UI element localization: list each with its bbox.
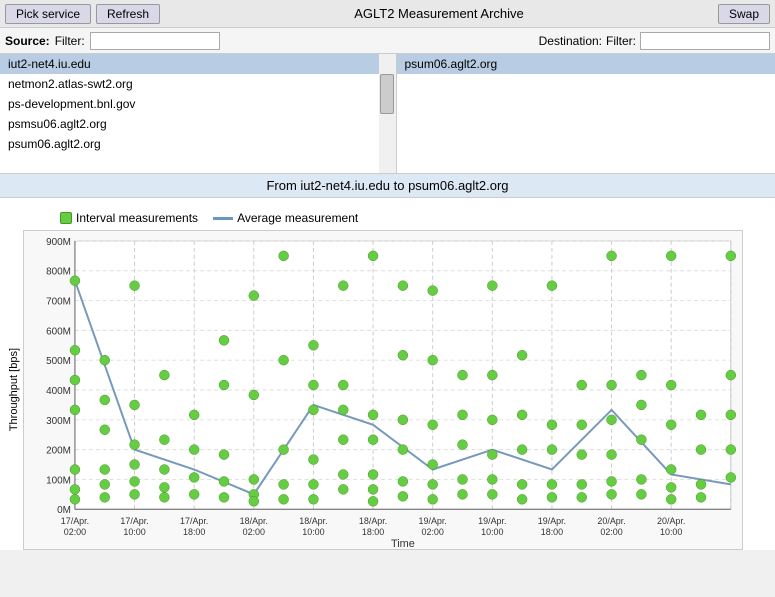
- y-axis-label: Throughput [bps]: [8, 348, 20, 431]
- chart-area: Interval measurements Average measuremen…: [0, 198, 775, 550]
- svg-text:10:00: 10:00: [660, 527, 682, 537]
- svg-text:19/Apr.: 19/Apr.: [419, 516, 447, 526]
- interval-legend: Interval measurements: [60, 211, 198, 225]
- svg-text:600M: 600M: [46, 326, 71, 337]
- filter-bar: Source: Filter: Destination: Filter:: [0, 28, 775, 54]
- refresh-button[interactable]: Refresh: [96, 4, 160, 24]
- from-to-bar: From iut2-net4.iu.edu to psum06.aglt2.or…: [0, 174, 775, 198]
- interval-label: Interval measurements: [76, 211, 198, 225]
- average-icon: [213, 217, 233, 220]
- dest-list-item[interactable]: psum06.aglt2.org: [397, 54, 775, 74]
- destination-label: Destination:: [539, 34, 602, 48]
- svg-text:900M: 900M: [46, 237, 71, 248]
- svg-text:18/Apr.: 18/Apr.: [359, 516, 387, 526]
- filter-source-label: Filter:: [55, 34, 85, 48]
- source-list-item[interactable]: iut2-net4.iu.edu: [0, 54, 379, 74]
- filter-dest-label: Filter:: [606, 34, 636, 48]
- interval-icon: [60, 212, 72, 224]
- source-list-item[interactable]: ps-development.bnl.gov: [0, 94, 379, 114]
- svg-text:300M: 300M: [46, 416, 71, 427]
- average-legend: Average measurement: [213, 211, 358, 225]
- dest-filter-input[interactable]: [640, 32, 770, 50]
- source-label: Source:: [5, 34, 50, 48]
- main-chart: 0M 100M 200M 300M 400M 500M 600M 700M 80…: [23, 230, 743, 550]
- lists-container: iut2-net4.iu.edunetmon2.atlas-swt2.orgps…: [0, 54, 775, 174]
- source-list: iut2-net4.iu.edunetmon2.atlas-swt2.orgps…: [0, 54, 379, 173]
- svg-text:18:00: 18:00: [183, 527, 205, 537]
- svg-text:18/Apr.: 18/Apr.: [240, 516, 268, 526]
- dest-list: psum06.aglt2.org: [397, 54, 775, 173]
- svg-text:0M: 0M: [57, 505, 71, 516]
- swap-button[interactable]: Swap: [718, 4, 770, 24]
- svg-text:400M: 400M: [46, 386, 71, 397]
- svg-text:200M: 200M: [46, 446, 71, 457]
- svg-text:18:00: 18:00: [362, 527, 384, 537]
- chart-legend: Interval measurements Average measuremen…: [0, 206, 775, 230]
- source-filter-input[interactable]: [90, 32, 220, 50]
- source-list-item[interactable]: psmsu06.aglt2.org: [0, 114, 379, 134]
- svg-text:100M: 100M: [46, 475, 71, 486]
- svg-text:19/Apr.: 19/Apr.: [538, 516, 566, 526]
- svg-text:02:00: 02:00: [64, 527, 86, 537]
- svg-text:20/Apr.: 20/Apr.: [657, 516, 685, 526]
- svg-text:02:00: 02:00: [600, 527, 622, 537]
- average-label: Average measurement: [237, 211, 358, 225]
- top-bar: Pick service Refresh AGLT2 Measurement A…: [0, 0, 775, 28]
- pick-service-button[interactable]: Pick service: [5, 4, 91, 24]
- svg-text:17/Apr.: 17/Apr.: [180, 516, 208, 526]
- svg-text:18/Apr.: 18/Apr.: [299, 516, 327, 526]
- svg-text:20/Apr.: 20/Apr.: [597, 516, 625, 526]
- source-list-item[interactable]: netmon2.atlas-swt2.org: [0, 74, 379, 94]
- svg-text:10:00: 10:00: [481, 527, 503, 537]
- svg-text:Time: Time: [391, 538, 415, 550]
- svg-text:02:00: 02:00: [243, 527, 265, 537]
- svg-text:18:00: 18:00: [541, 527, 563, 537]
- svg-text:700M: 700M: [46, 297, 71, 308]
- svg-text:500M: 500M: [46, 356, 71, 367]
- app-title: AGLT2 Measurement Archive: [165, 6, 713, 21]
- source-list-item[interactable]: psum06.aglt2.org: [0, 134, 379, 154]
- svg-text:17/Apr.: 17/Apr.: [120, 516, 148, 526]
- svg-text:19/Apr.: 19/Apr.: [478, 516, 506, 526]
- svg-text:02:00: 02:00: [422, 527, 444, 537]
- source-scrollbar[interactable]: [379, 54, 397, 173]
- svg-text:10:00: 10:00: [302, 527, 324, 537]
- svg-text:17/Apr.: 17/Apr.: [61, 516, 89, 526]
- svg-text:10:00: 10:00: [123, 527, 145, 537]
- svg-text:800M: 800M: [46, 267, 71, 278]
